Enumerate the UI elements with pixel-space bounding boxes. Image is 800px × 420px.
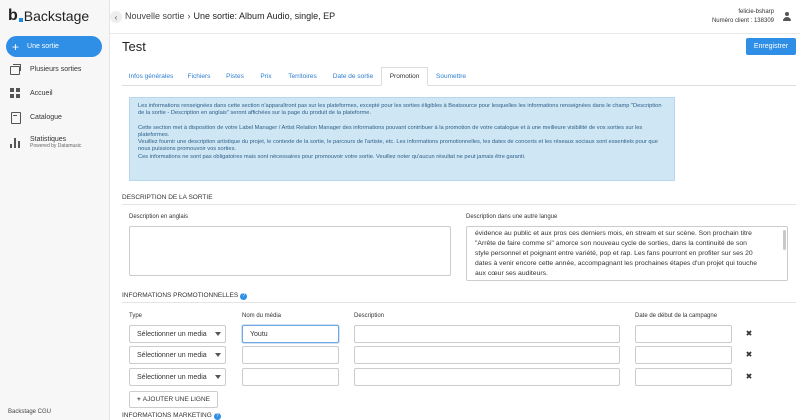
media-name-input[interactable] bbox=[242, 346, 339, 364]
sidebar-item-label: Catalogue bbox=[30, 113, 62, 121]
other-language-description-label: Description dans une autre langue bbox=[466, 214, 558, 220]
remove-row-icon[interactable]: ✖ bbox=[745, 372, 753, 381]
sidebar-item-label: Plusieurs sorties bbox=[30, 65, 82, 73]
textarea-scrollbar[interactable] bbox=[783, 230, 786, 250]
remove-row-icon[interactable]: ✖ bbox=[745, 329, 753, 338]
media-description-input[interactable] bbox=[354, 325, 620, 343]
marketing-section-label: INFORMATIONS MARKETING bbox=[122, 412, 212, 419]
book-icon bbox=[10, 112, 21, 124]
breadcrumb-current: Une sortie: Album Audio, single, EP bbox=[193, 11, 336, 21]
campaign-date-input[interactable] bbox=[635, 325, 732, 343]
media-description-input[interactable] bbox=[354, 346, 620, 364]
media-name-value: Youtu bbox=[250, 330, 268, 338]
user-info[interactable]: felicie-bsharp Numéro client : 138309 bbox=[712, 8, 774, 26]
english-description-label: Description en anglais bbox=[129, 214, 189, 220]
info-paragraph: Cette section met à disposition de votre… bbox=[138, 124, 643, 138]
media-type-select-value: Sélectionner un media bbox=[137, 351, 207, 359]
help-icon[interactable]: ? bbox=[240, 293, 248, 300]
help-icon[interactable]: ? bbox=[213, 413, 221, 420]
tab-promotion[interactable]: Promotion bbox=[381, 67, 428, 86]
client-number: Numéro client : 138309 bbox=[711, 18, 774, 24]
backstage-logo[interactable]: b Backstage bbox=[8, 8, 89, 24]
logo-text: Backstage bbox=[23, 8, 90, 24]
tab-submit[interactable]: Soumettre bbox=[428, 67, 474, 86]
textarea-line: "Arrête de faire comme si" amorce son no… bbox=[475, 240, 747, 247]
info-paragraph: Les informations renseignées dans cette … bbox=[138, 103, 662, 117]
user-icon[interactable] bbox=[782, 12, 792, 22]
tab-price[interactable]: Prix bbox=[252, 67, 280, 86]
other-language-description-value: évidence au public et aux pros ces derni… bbox=[467, 227, 787, 279]
back-button[interactable]: ‹ bbox=[110, 11, 122, 23]
textarea-line: dates à venir encore cette année, accomp… bbox=[475, 260, 758, 267]
sidebar-item-label: Accueil bbox=[30, 89, 53, 97]
tab-bar: Infos générales Fichiers Pistes Prix Ter… bbox=[122, 67, 796, 86]
caret-down-icon bbox=[215, 375, 221, 379]
plus-icon: + bbox=[12, 39, 20, 54]
info-paragraph: Ces informations ne sont pas obligatoire… bbox=[138, 153, 526, 160]
column-header-type: Type bbox=[129, 313, 143, 319]
media-description-input[interactable] bbox=[354, 368, 620, 386]
tab-release-date[interactable]: Date de sortie bbox=[325, 67, 381, 86]
sidebar-item-sublabel: Powered by Datamusic bbox=[30, 143, 82, 149]
sidebar-item-catalogue[interactable]: Catalogue bbox=[10, 112, 62, 124]
caret-down-icon bbox=[215, 332, 221, 336]
media-name-input[interactable] bbox=[242, 368, 339, 386]
sidebar-item-multiple-releases[interactable]: Plusieurs sorties bbox=[10, 64, 82, 75]
tab-territories[interactable]: Territoires bbox=[280, 67, 325, 86]
breadcrumb-parent[interactable]: Nouvelle sortie bbox=[125, 11, 185, 21]
column-header-description: Description bbox=[354, 313, 385, 319]
media-type-select[interactable]: Sélectionner un media bbox=[129, 325, 226, 343]
column-header-campaign-date: Date de début de la campagne bbox=[635, 313, 718, 319]
media-type-select-value: Sélectionner un media bbox=[137, 330, 207, 338]
textarea-line: évidence au public et aux pros ces derni… bbox=[475, 230, 752, 237]
breadcrumb-separator: › bbox=[187, 11, 191, 21]
user-name: felicie-bsharp bbox=[738, 9, 774, 15]
add-row-button[interactable]: + AJOUTER UNE LIGNE bbox=[129, 391, 218, 408]
tab-files[interactable]: Fichiers bbox=[180, 67, 218, 86]
cgu-link[interactable]: Backstage CGU bbox=[8, 409, 51, 415]
column-header-media: Nom du média bbox=[242, 313, 282, 319]
caret-down-icon bbox=[215, 353, 221, 357]
add-row-label: AJOUTER UNE LIGNE bbox=[142, 396, 210, 403]
plus-icon: + bbox=[137, 396, 141, 403]
top-bar: ‹ Nouvelle sortie › Une sortie: Album Audi… bbox=[110, 0, 800, 34]
grid-icon bbox=[10, 88, 20, 98]
new-release-button[interactable]: + Une sortie bbox=[6, 36, 102, 57]
stack-icon bbox=[10, 64, 21, 75]
media-type-select[interactable]: Sélectionner un media bbox=[129, 368, 226, 386]
sidebar-item-label: Statistiques bbox=[30, 136, 67, 143]
promo-section-label: INFORMATIONS PROMOTIONNELLES bbox=[122, 292, 239, 299]
page-title: Test bbox=[122, 39, 146, 54]
description-section-title: DESCRIPTION DE LA SORTIE bbox=[122, 194, 213, 201]
promo-section-title: INFORMATIONS PROMOTIONNELLES? bbox=[122, 292, 248, 300]
remove-row-icon[interactable]: ✖ bbox=[745, 350, 753, 359]
media-type-select[interactable]: Sélectionner un media bbox=[129, 346, 226, 364]
sidebar: b Backstage + Une sortie Plusieurs sortie… bbox=[0, 0, 110, 420]
other-language-description-textarea[interactable]: évidence au public et aux pros ces derni… bbox=[466, 226, 788, 281]
divider bbox=[122, 302, 796, 303]
info-paragraph: Veuillez fournir une description artisti… bbox=[138, 139, 658, 153]
textarea-line: aux cœur ses auditeurs. bbox=[475, 270, 548, 277]
media-name-input[interactable]: Youtu bbox=[242, 325, 339, 343]
sidebar-item-home[interactable]: Accueil bbox=[10, 88, 53, 98]
english-description-textarea[interactable] bbox=[129, 226, 451, 276]
bars-icon bbox=[10, 138, 20, 148]
marketing-section-title: INFORMATIONS MARKETING? bbox=[122, 412, 221, 420]
campaign-date-input[interactable] bbox=[635, 346, 732, 364]
new-release-label: Une sortie bbox=[27, 43, 59, 50]
tab-tracks[interactable]: Pistes bbox=[218, 67, 252, 86]
sidebar-item-statistics[interactable]: Statistiques Powered by Datamusic bbox=[10, 136, 81, 150]
chevron-left-icon: ‹ bbox=[114, 12, 118, 22]
campaign-date-input[interactable] bbox=[635, 368, 732, 386]
divider bbox=[122, 204, 796, 205]
media-type-select-value: Sélectionner un media bbox=[137, 373, 207, 381]
logo-letter: b bbox=[8, 7, 18, 24]
save-button[interactable]: Enregistrer bbox=[746, 38, 796, 55]
breadcrumb: Nouvelle sortie › Une sortie: Album Audio,… bbox=[125, 11, 335, 21]
logo-dot bbox=[18, 18, 23, 22]
info-box: Les informations renseignées dans cette … bbox=[129, 97, 675, 181]
textarea-line: style personnel et poignant entre variét… bbox=[475, 250, 753, 257]
tab-general-info[interactable]: Infos générales bbox=[122, 67, 180, 86]
